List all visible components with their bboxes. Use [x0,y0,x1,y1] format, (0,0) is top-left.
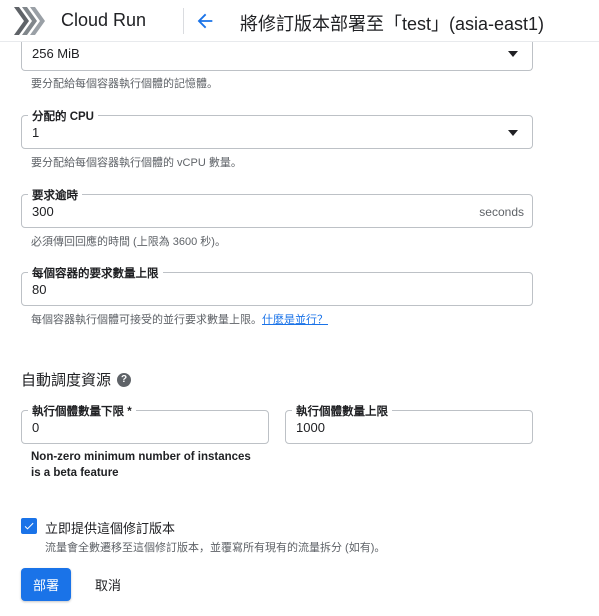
timeout-value: 300 [32,204,54,219]
memory-hint: 要分配給每個容器執行個體的記憶體。 [31,78,218,90]
check-icon [24,522,34,530]
cpu-select[interactable]: 分配的 CPU 1 [21,108,533,149]
deploy-button[interactable]: 部署 [21,568,71,601]
concurrency-hint: 每個容器執行個體可接受的並行要求數量上限。什麼是並行？ [31,311,328,327]
request-timeout-input[interactable]: 要求逾時 300 seconds [21,187,533,228]
cpu-hint: 要分配給每個容器執行個體的 vCPU 數量。 [31,157,242,169]
memory-value: 256 MiB [32,46,80,61]
beta-feature-note: Non-zero minimum number of instances is … [31,451,251,479]
timeout-label: 要求逾時 [28,187,82,203]
max-instances-input[interactable]: 執行個體數量上限 1000 [285,403,533,444]
help-icon[interactable]: ? [117,372,132,387]
autoscaling-title: 自動調度資源 [21,372,112,389]
timeout-hint: 必須傳回回應的時間 (上限為 3600 秒)。 [31,236,226,248]
min-instances-value: 0 [32,420,40,435]
app-header: Cloud Run 將修訂版本部署至「test」(asia-east1) [0,0,599,42]
autoscaling-section-title: 自動調度資源 ? [21,369,132,390]
cancel-button[interactable]: 取消 [86,568,130,601]
cpu-label: 分配的 CPU [28,108,98,124]
concurrency-value: 80 [32,282,47,297]
min-instances-label: 執行個體數量下限 * [28,403,136,419]
concurrency-hint-text: 每個容器執行個體可接受的並行要求數量上限。 [31,314,262,326]
dropdown-caret-icon [508,130,518,136]
max-instances-value: 1000 [296,420,325,435]
page-title: 將修訂版本部署至「test」(asia-east1) [240,14,545,34]
min-instances-input[interactable]: 執行個體數量下限 * 0 [21,403,269,444]
timeout-suffix: seconds [479,205,524,219]
cloud-run-logo-icon [14,7,45,35]
cpu-value: 1 [32,125,40,140]
concurrency-help-link[interactable]: 什麼是並行？ [262,314,328,326]
max-instances-label: 執行個體數量上限 [292,403,392,419]
header-divider [183,8,184,34]
max-requests-input[interactable]: 每個容器的要求數量上限 80 [21,265,533,306]
serve-immediately-label[interactable]: 立即提供這個修訂版本 [45,518,175,537]
concurrency-label: 每個容器的要求數量上限 [28,265,163,281]
arrow-back-icon[interactable] [194,10,216,32]
serve-immediately-hint: 流量會全數遷移至這個修訂版本，並覆寫所有現有的流量拆分 (如有)。 [45,542,386,554]
app-name: Cloud Run [61,10,147,30]
dropdown-caret-icon [508,51,518,57]
serve-immediately-checkbox[interactable] [21,518,37,534]
